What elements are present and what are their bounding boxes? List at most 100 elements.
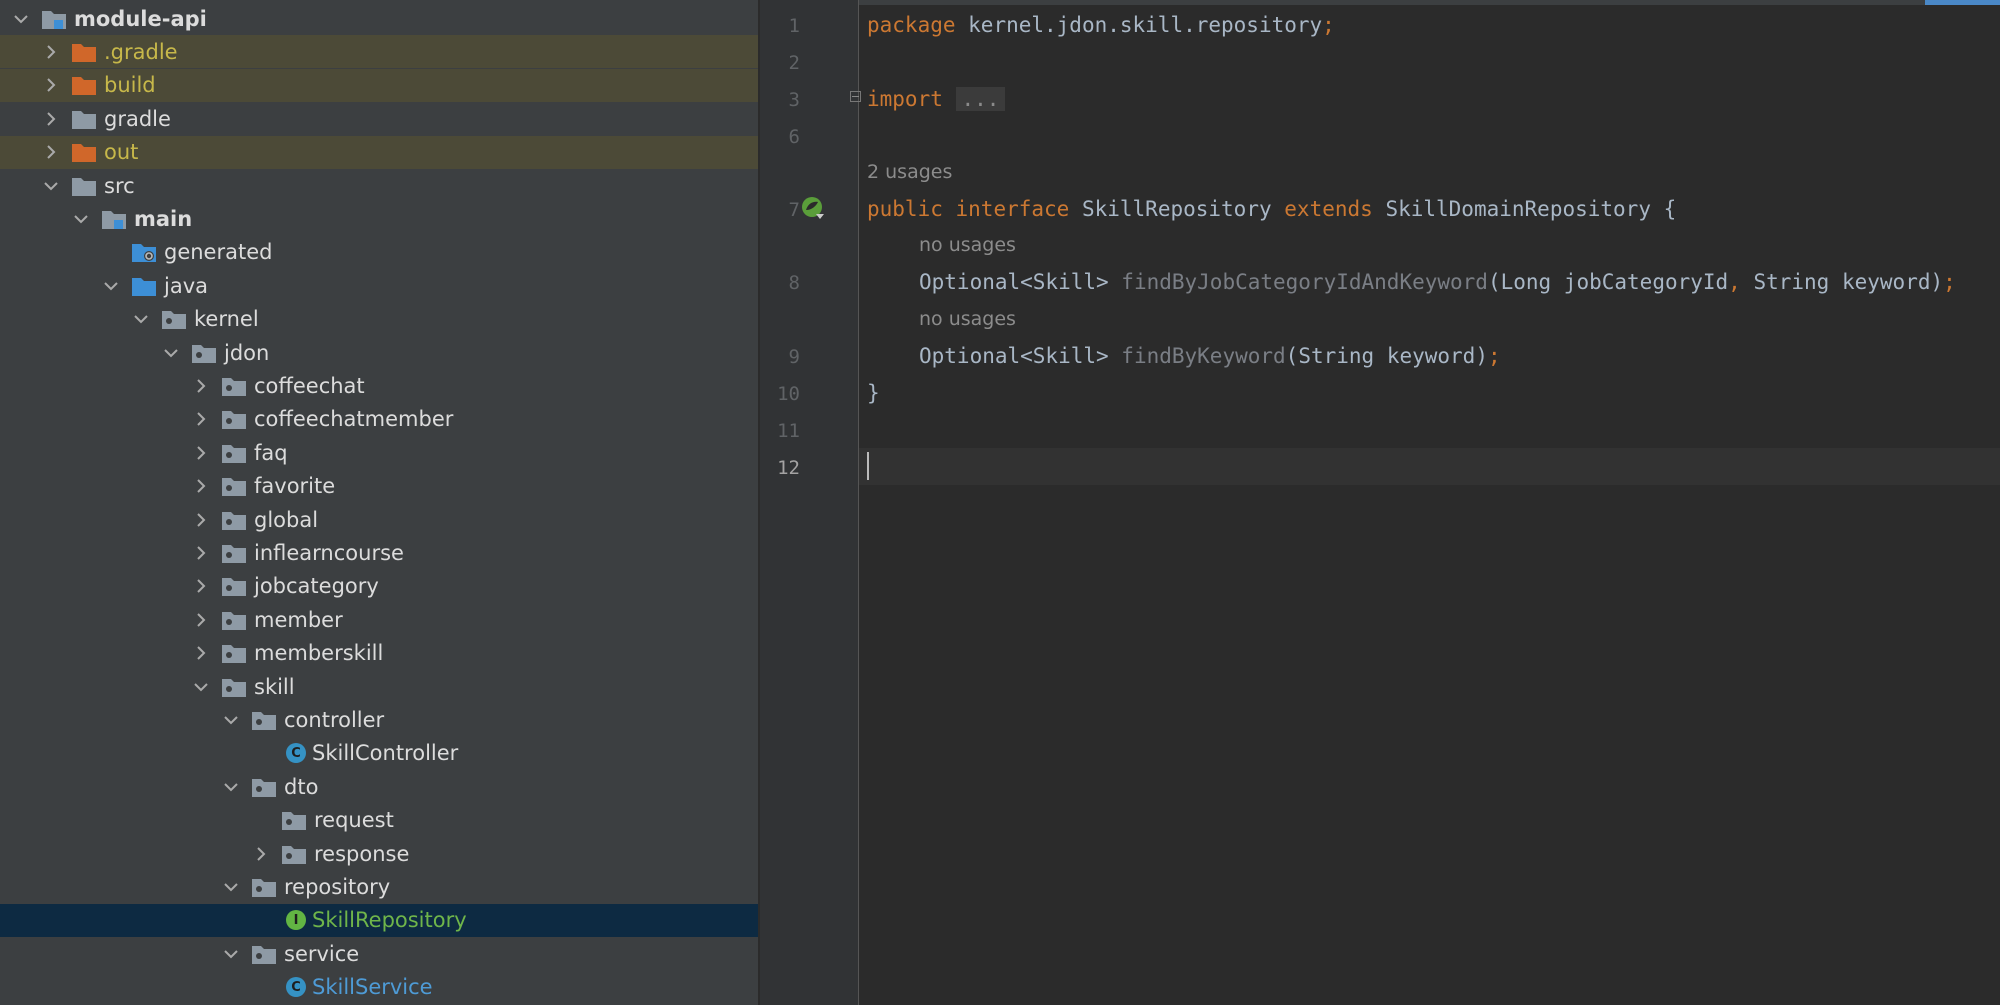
folded-imports[interactable]: ...	[955, 87, 1006, 111]
spring-repository-gutter-icon[interactable]	[800, 195, 828, 223]
package-icon	[190, 341, 218, 365]
package-icon	[250, 875, 278, 899]
source-folder-icon	[130, 274, 158, 298]
tree-item[interactable]: src	[0, 169, 758, 202]
chevron-right-icon[interactable]	[40, 41, 62, 63]
tree-item[interactable]: main	[0, 202, 758, 235]
tree-item[interactable]: skill	[0, 670, 758, 703]
method-params: (String keyword)	[1285, 344, 1488, 368]
chevron-down-icon[interactable]	[40, 175, 62, 197]
tree-item[interactable]: coffeechat	[0, 369, 758, 402]
line-number: 9	[788, 346, 800, 368]
chevron-down-icon[interactable]	[10, 8, 32, 30]
chevron-down-icon[interactable]	[190, 676, 212, 698]
editor-top-border	[760, 0, 2000, 5]
comma: ,	[1728, 270, 1741, 294]
tree-item[interactable]: jobcategory	[0, 570, 758, 603]
tree-item[interactable]: dto	[0, 770, 758, 803]
tree-item-label: src	[104, 173, 135, 198]
tree-item[interactable]: I SkillRepository	[0, 903, 758, 937]
chevron-right-icon[interactable]	[190, 642, 212, 664]
tree-item[interactable]: controller	[0, 703, 758, 736]
tree-item[interactable]: global	[0, 503, 758, 536]
package-icon	[220, 675, 248, 699]
chevron-down-icon[interactable]	[160, 342, 182, 364]
code-line-method-1[interactable]: Optional<Skill> findByJobCategoryIdAndKe…	[919, 264, 1956, 301]
chevron-right-icon[interactable]	[190, 475, 212, 497]
chevron-right-icon[interactable]	[190, 442, 212, 464]
tree-item[interactable]: faq	[0, 436, 758, 469]
chevron-right-icon[interactable]	[190, 408, 212, 430]
interface-name: SkillRepository	[1081, 197, 1272, 221]
tree-item[interactable]: response	[0, 837, 758, 870]
package-icon	[220, 374, 248, 398]
tree-item[interactable]: .gradle	[0, 35, 758, 69]
chevron-right-icon[interactable]	[40, 74, 62, 96]
semicolon: ;	[1322, 13, 1335, 37]
fold-toggle-icon[interactable]	[850, 91, 861, 102]
chevron-down-icon[interactable]	[70, 208, 92, 230]
chevron-right-icon[interactable]	[190, 575, 212, 597]
tree-item[interactable]: generated	[0, 236, 758, 269]
tree-item[interactable]: C SkillService	[0, 971, 758, 1004]
tree-item[interactable]: member	[0, 603, 758, 636]
tree-item[interactable]: jdon	[0, 336, 758, 369]
code-line-import[interactable]: import ...	[867, 81, 1006, 118]
method-params: String keyword)	[1740, 270, 1944, 294]
code-line-method-2[interactable]: Optional<Skill> findByKeyword(String key…	[919, 338, 1501, 375]
tree-item[interactable]: C SkillController	[0, 737, 758, 770]
code-line-interface[interactable]: public interface SkillRepository extends…	[867, 191, 1676, 228]
line-number: 2	[788, 52, 800, 74]
package-icon	[220, 407, 248, 431]
class-icon: C	[286, 977, 306, 998]
folder-icon	[70, 107, 98, 131]
tree-item[interactable]: favorite	[0, 470, 758, 503]
chevron-down-icon[interactable]	[220, 709, 242, 731]
chevron-right-icon[interactable]	[190, 542, 212, 564]
module-folder-icon	[40, 7, 68, 31]
tree-item[interactable]: inflearncourse	[0, 536, 758, 569]
code-editor[interactable]: 1 2 3 6 7 8 9 10 11 12 package kernel.jd…	[760, 0, 2000, 1005]
chevron-right-icon[interactable]	[190, 375, 212, 397]
tree-item[interactable]: build	[0, 68, 758, 102]
tree-item[interactable]: java	[0, 269, 758, 302]
tree-item[interactable]: out	[0, 135, 758, 169]
package-icon	[280, 808, 308, 832]
tree-item[interactable]: repository	[0, 870, 758, 903]
chevron-right-icon[interactable]	[40, 108, 62, 130]
tree-item-label: build	[104, 73, 156, 98]
chevron-right-icon[interactable]	[190, 509, 212, 531]
chevron-down-icon[interactable]	[220, 943, 242, 965]
chevron-down-icon[interactable]	[220, 776, 242, 798]
usages-hint[interactable]: no usages	[919, 234, 1016, 256]
chevron-down-icon[interactable]	[100, 275, 122, 297]
scrollbar-accent[interactable]	[1925, 0, 2000, 5]
tree-item[interactable]: service	[0, 937, 758, 970]
tree-item[interactable]: module-api	[0, 2, 758, 35]
excluded-folder-icon	[70, 40, 98, 64]
line-number: 1	[788, 15, 800, 37]
tree-item-label: memberskill	[254, 641, 384, 666]
tree-item[interactable]: kernel	[0, 303, 758, 336]
tree-item-label: SkillRepository	[312, 908, 467, 933]
package-icon	[250, 775, 278, 799]
code-line-package[interactable]: package kernel.jdon.skill.repository;	[867, 7, 1335, 44]
tree-item-label: service	[284, 941, 360, 966]
package-icon	[250, 708, 278, 732]
chevron-right-icon[interactable]	[40, 141, 62, 163]
interface-icon: I	[286, 910, 306, 931]
chevron-down-icon[interactable]	[130, 308, 152, 330]
usages-hint[interactable]: 2 usages	[867, 161, 952, 183]
keyword: extends	[1284, 197, 1373, 221]
tree-item[interactable]: gradle	[0, 102, 758, 135]
tree-item[interactable]: request	[0, 804, 758, 837]
chevron-right-icon[interactable]	[190, 609, 212, 631]
usages-hint[interactable]: no usages	[919, 308, 1016, 330]
chevron-down-icon[interactable]	[220, 876, 242, 898]
tree-item[interactable]: memberskill	[0, 637, 758, 670]
chevron-right-icon[interactable]	[250, 843, 272, 865]
code-line-close-brace[interactable]: }	[867, 375, 880, 412]
keyword: package	[867, 13, 956, 37]
line-number: 6	[788, 126, 800, 148]
tree-item[interactable]: coffeechatmember	[0, 403, 758, 436]
